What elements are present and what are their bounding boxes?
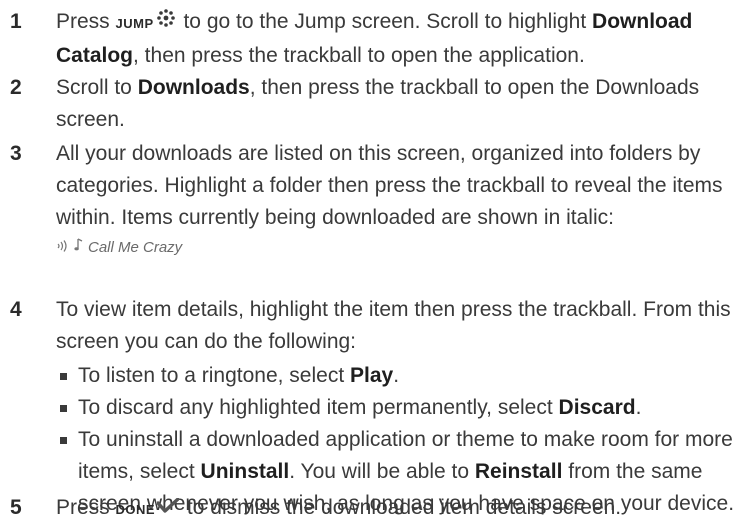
step-text-part: All your downloads are listed on this sc… <box>56 142 723 229</box>
step-text-part: . <box>393 364 400 387</box>
step-text: Press DONE to dismiss the downloaded ite… <box>56 492 746 526</box>
jump-key-label: JUMP <box>115 16 154 31</box>
step-text-part: To view item details, highlight the item… <box>56 298 731 353</box>
bullet-marker <box>60 437 67 444</box>
bullet-marker <box>60 373 67 380</box>
play-label: Play <box>350 364 394 387</box>
step-number: 3 <box>10 142 22 165</box>
step-text-part: Press <box>56 496 116 519</box>
example-item-title: Call Me Crazy <box>88 239 183 256</box>
list-item: To discard any highlighted item permanen… <box>56 392 746 424</box>
step-text: Scroll to Downloads, then press the trac… <box>56 72 746 136</box>
step-number: 4 <box>10 298 22 321</box>
jump-key-icon <box>156 6 176 38</box>
music-note-icon <box>74 234 84 262</box>
bullet-marker <box>60 405 67 412</box>
step-number: 2 <box>10 76 22 99</box>
step-text-part: to go to the Jump screen. Scroll to high… <box>177 10 593 33</box>
reinstall-label: Reinstall <box>474 460 563 483</box>
step-text-part: . <box>635 396 642 419</box>
done-checkmark-icon <box>156 492 180 524</box>
step-text: Press JUMP to go to the Jump screen. Scr… <box>56 6 746 72</box>
step-text-part: Press <box>56 10 116 33</box>
step-text-part: , then press the trackball to open the a… <box>133 44 585 67</box>
list-item: To listen to a ringtone, select Play. <box>56 360 746 392</box>
step-number: 1 <box>10 10 22 33</box>
uninstall-label: Uninstall <box>200 460 290 483</box>
step-text-part: To discard any highlighted item permanen… <box>78 396 559 419</box>
downloading-indicator-icon <box>56 234 70 262</box>
step-text-part: to dismiss the downloaded item details s… <box>181 496 622 519</box>
done-key-label: DONE <box>115 502 156 517</box>
step-text-part: . You will be able to <box>289 460 475 483</box>
downloads-label: Downloads <box>137 76 250 99</box>
discard-label: Discard <box>558 396 636 419</box>
step-text: To view item details, highlight the item… <box>56 294 746 520</box>
step-text: All your downloads are listed on this sc… <box>56 138 746 262</box>
step-number: 5 <box>10 496 22 519</box>
downloading-example: Call Me Crazy <box>56 234 746 262</box>
step-text-part: To listen to a ringtone, select <box>78 364 350 387</box>
step-text-part: Scroll to <box>56 76 138 99</box>
